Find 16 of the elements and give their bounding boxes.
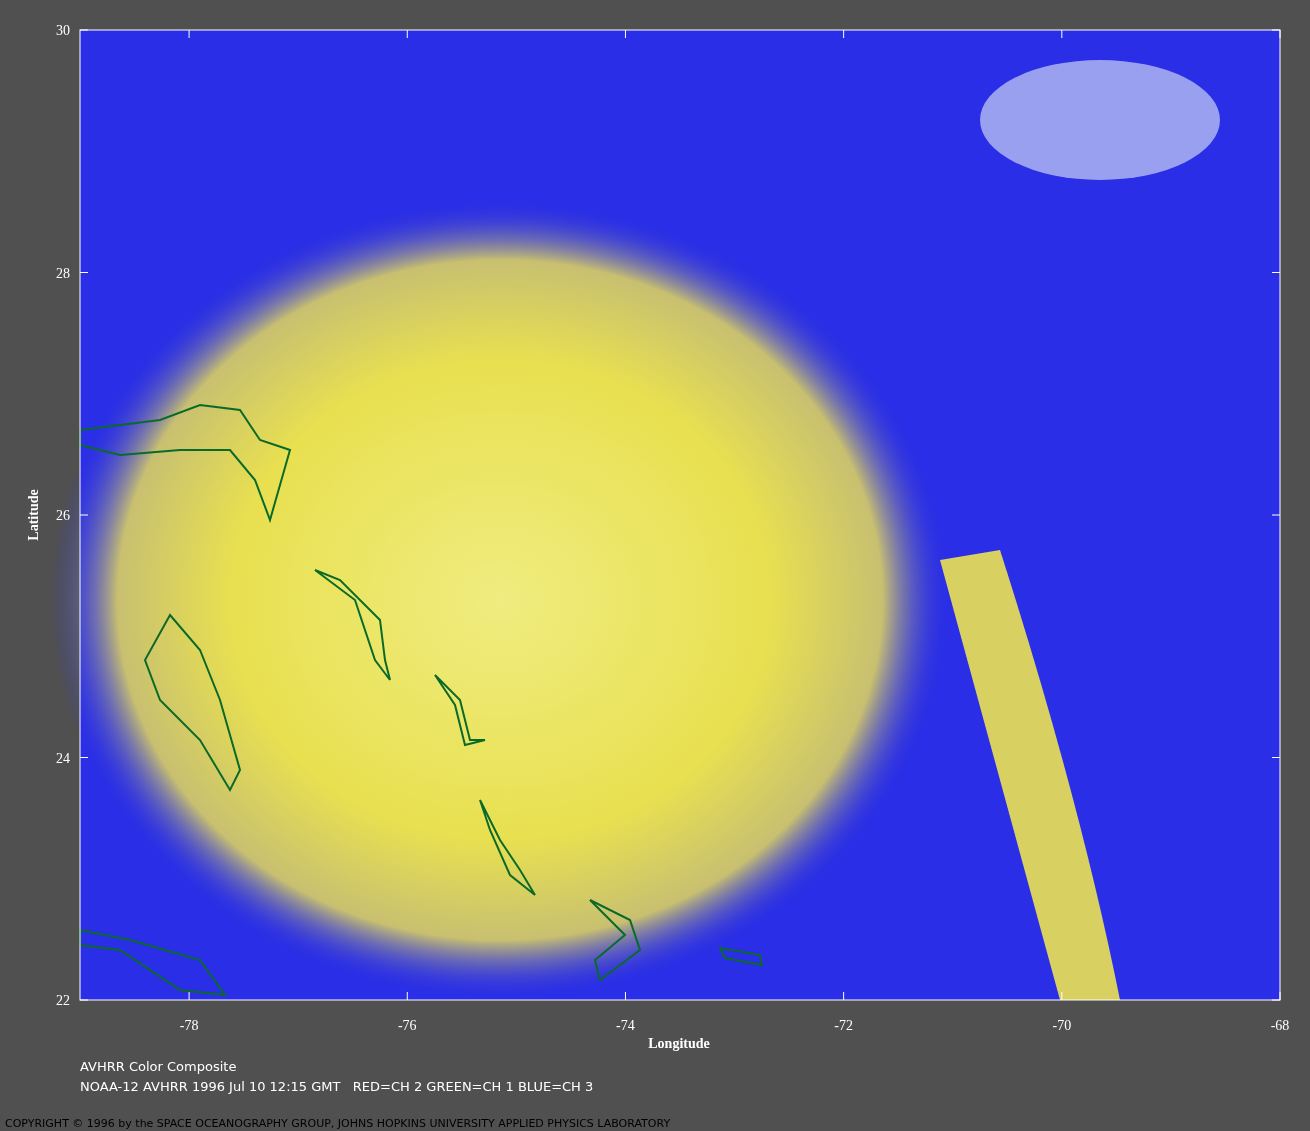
x-tick-label: -68 <box>1270 1018 1290 1033</box>
x-tick-label: -70 <box>1052 1018 1072 1033</box>
x-tick-label: -76 <box>397 1018 417 1033</box>
y-tick-label: 28 <box>56 265 70 281</box>
x-tick-label: -72 <box>834 1018 853 1033</box>
x-axis-label: Longitude <box>648 1036 710 1051</box>
copyright-notice: COPYRIGHT © 1996 by the SPACE OCEANOGRAPHY GROUP, JOHNS HOPKINS UNIVERSITY APPLIED PHYSICS LABORATORY <box>5 1117 671 1130</box>
y-tick-label: 24 <box>56 750 70 766</box>
caption-title: AVHRR Color Composite <box>80 1059 237 1074</box>
x-tick-label: -78 <box>179 1018 199 1033</box>
y-tick-label: 26 <box>56 508 70 523</box>
caption-details: NOAA-12 AVHRR 1996 Jul 10 12:15 GMT RED=CH 2 GREEN=CH 1 BLUE=CH 3 <box>80 1079 594 1094</box>
y-tick-label: 30 <box>56 23 70 38</box>
y-tick-label: 22 <box>56 993 70 1008</box>
y-axis-label: Latitude <box>26 489 41 541</box>
x-tick-label: -74 <box>616 1018 635 1033</box>
